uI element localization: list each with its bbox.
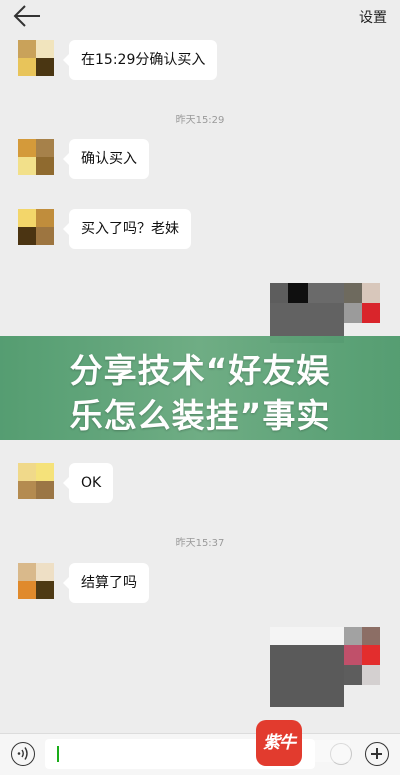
avatar[interactable] xyxy=(18,40,54,76)
message-bubble[interactable]: 确认买入 xyxy=(63,139,149,179)
banner-line-2: 乐怎么装挂”事实 xyxy=(69,396,331,435)
settings-button[interactable]: 设置 xyxy=(359,7,387,27)
avatar[interactable] xyxy=(18,463,54,499)
text-caret xyxy=(57,746,59,762)
avatar[interactable] xyxy=(18,563,54,599)
banner-line-1: 分享技术“好友娱 xyxy=(69,351,331,390)
message-row: 确认买入 xyxy=(18,139,149,179)
plus-icon[interactable] xyxy=(365,742,389,766)
avatar[interactable] xyxy=(18,209,54,245)
message-bubble[interactable]: 在15:29分确认买入 xyxy=(62,40,218,80)
voice-icon[interactable] xyxy=(11,742,35,766)
avatar[interactable] xyxy=(18,139,54,175)
message-bubble[interactable]: OK xyxy=(62,463,114,503)
message-bubble[interactable]: 结算了吗 xyxy=(63,563,149,603)
mosaic-image[interactable] xyxy=(270,627,380,707)
mosaic-image[interactable] xyxy=(270,283,380,343)
message-row: 结算了吗 xyxy=(18,563,149,603)
message-row: OK xyxy=(18,463,114,503)
message-bubble[interactable]: 买入了吗？老妹 xyxy=(63,209,191,249)
watermark-overlay xyxy=(306,740,350,762)
message-row: 在15:29分确认买入 xyxy=(18,40,218,80)
app-logo: 紫牛 xyxy=(256,720,302,766)
timestamp: 昨天15:37 xyxy=(175,538,225,549)
timestamp: 昨天15:29 xyxy=(175,115,225,126)
top-bar: 设置 xyxy=(0,0,400,32)
promo-banner: 分享技术“好友娱 乐怎么装挂”事实 xyxy=(0,336,400,440)
back-arrow-icon[interactable] xyxy=(12,4,42,28)
message-row: 买入了吗？老妹 xyxy=(18,209,191,249)
